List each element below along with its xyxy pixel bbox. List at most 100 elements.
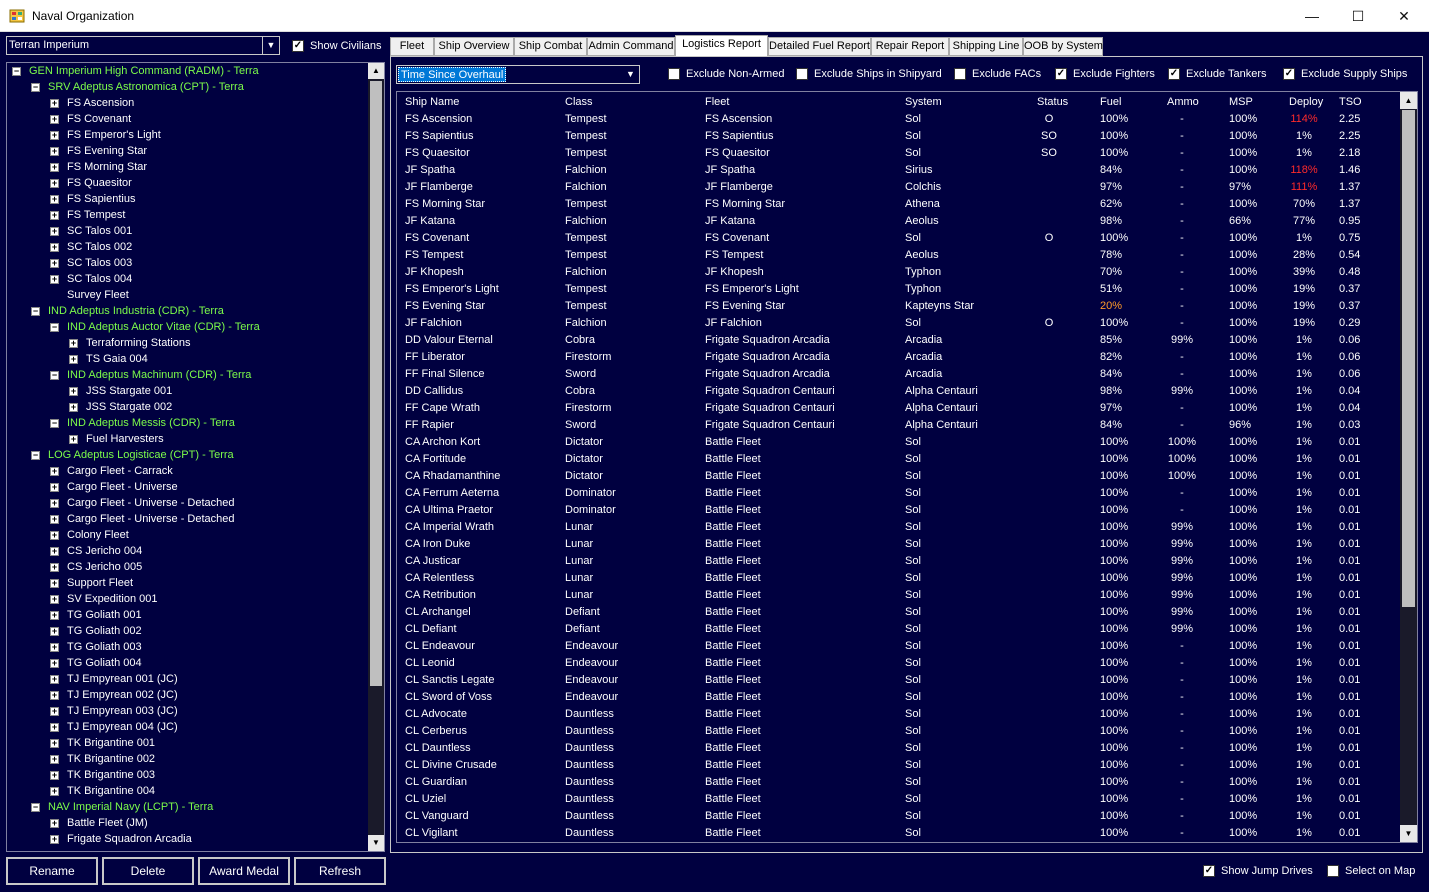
table-row[interactable]: CA Retribution Lunar Battle Fleet Sol 100% 99… [397, 587, 1397, 604]
expand-icon[interactable]: + [50, 211, 59, 220]
column-header[interactable]: Class [565, 96, 593, 108]
checkbox-box[interactable]: ✓ [292, 40, 304, 52]
table-row[interactable]: CA Imperial Wrath Lunar Battle Fleet Sol 100… [397, 519, 1397, 536]
table-row[interactable]: CA Justicar Lunar Battle Fleet Sol 100% 99% 10… [397, 553, 1397, 570]
expand-icon[interactable]: + [50, 179, 59, 188]
expand-icon[interactable]: + [50, 99, 59, 108]
fleet-tree[interactable]: − GEN Imperium High Command (RADM) - Terr… [6, 62, 385, 852]
column-header[interactable]: Ship Name [405, 96, 459, 108]
expand-icon[interactable]: + [69, 387, 78, 396]
column-header[interactable]: MSP [1229, 96, 1253, 108]
expand-icon[interactable]: + [50, 659, 59, 668]
chevron-down-icon[interactable]: ▼ [622, 66, 639, 83]
chevron-down-icon[interactable]: ▼ [262, 37, 279, 54]
table-row[interactable]: CL Archangel Defiant Battle Fleet Sol 100% 99… [397, 604, 1397, 621]
race-select[interactable]: Terran Imperium ▼ [6, 36, 280, 55]
close-icon[interactable]: ✕ [1381, 0, 1427, 32]
expand-icon[interactable]: + [50, 819, 59, 828]
tab-ship-overview[interactable]: Ship Overview [434, 37, 514, 56]
table-row[interactable]: FS Emperor's Light Tempest FS Emperor's Li… [397, 281, 1397, 298]
expand-icon[interactable]: + [50, 755, 59, 764]
column-header[interactable]: TSO [1339, 96, 1362, 108]
table-row[interactable]: JF Khopesh Falchion JF Khopesh Typhon 70% - 10… [397, 264, 1397, 281]
table-row[interactable]: FF Cape Wrath Firestorm Frigate Squadron C… [397, 400, 1397, 417]
table-row[interactable]: JF Katana Falchion JF Katana Aeolus 98% - 66% 7… [397, 213, 1397, 230]
collapse-icon[interactable]: − [31, 307, 40, 316]
tree-scrollbar[interactable]: ▲ ▼ [368, 63, 384, 851]
table-row[interactable]: FS Morning Star Tempest FS Morning Star Ath… [397, 196, 1397, 213]
table-row[interactable]: CL Uziel Dauntless Battle Fleet Sol 100% - 100… [397, 791, 1397, 808]
select-on-map-checkbox[interactable]: Select on Map [1327, 864, 1422, 880]
checkbox-box[interactable]: ✓ [1168, 68, 1180, 80]
checkbox-box[interactable] [1327, 865, 1339, 877]
table-row[interactable]: CA Rhadamanthine Dictator Battle Fleet Sol 1… [397, 468, 1397, 485]
filter-checkbox[interactable]: Exclude Non-Armed [668, 67, 798, 83]
table-row[interactable]: CA Ultima Praetor Dominator Battle Fleet So… [397, 502, 1397, 519]
table-row[interactable]: CA Ferrum Aeterna Dominator Battle Fleet So… [397, 485, 1397, 502]
table-row[interactable]: CL Vigilant Dauntless Battle Fleet Sol 100% -… [397, 825, 1397, 842]
table-row[interactable]: CA Archon Kort Dictator Battle Fleet Sol 100… [397, 434, 1397, 451]
collapse-icon[interactable]: − [31, 803, 40, 812]
maximize-icon[interactable]: ☐ [1335, 0, 1381, 32]
table-row[interactable]: FS Covenant Tempest FS Covenant Sol O 100% - 10… [397, 230, 1397, 247]
collapse-icon[interactable]: − [31, 451, 40, 460]
expand-icon[interactable]: + [50, 243, 59, 252]
expand-icon[interactable]: + [50, 195, 59, 204]
scroll-thumb[interactable] [370, 81, 382, 686]
refresh-button[interactable]: Refresh [294, 857, 386, 885]
table-row[interactable]: CA Relentless Lunar Battle Fleet Sol 100% 99%… [397, 570, 1397, 587]
table-row[interactable]: JF Spatha Falchion JF Spatha Sirius 84% - 100%… [397, 162, 1397, 179]
checkbox-box[interactable]: ✓ [1203, 865, 1215, 877]
table-row[interactable]: CL Cerberus Dauntless Battle Fleet Sol 100% -… [397, 723, 1397, 740]
table-row[interactable]: CL Guardian Dauntless Battle Fleet Sol 100% -… [397, 774, 1397, 791]
table-row[interactable]: CL Defiant Defiant Battle Fleet Sol 100% 99% 1… [397, 621, 1397, 638]
sort-select[interactable]: Time Since Overhaul ▼ [396, 65, 640, 84]
grid-scrollbar[interactable]: ▲ ▼ [1400, 92, 1417, 842]
tab-repair-report[interactable]: Repair Report [871, 37, 949, 56]
collapse-icon[interactable]: − [12, 67, 21, 76]
table-row[interactable]: CA Iron Duke Lunar Battle Fleet Sol 100% 99% 1… [397, 536, 1397, 553]
table-row[interactable]: FF Final Silence Sword Frigate Squadron Ar… [397, 366, 1397, 383]
scroll-up-icon[interactable]: ▲ [1400, 92, 1417, 109]
column-header[interactable]: Deploy [1289, 96, 1323, 108]
expand-icon[interactable]: + [50, 611, 59, 620]
column-header[interactable]: Fleet [705, 96, 729, 108]
table-row[interactable]: FF Liberator Firestorm Frigate Squadron Ar… [397, 349, 1397, 366]
table-row[interactable]: FS Ascension Tempest FS Ascension Sol O 100% -… [397, 111, 1397, 128]
table-row[interactable]: FS Sapientius Tempest FS Sapientius Sol SO 10… [397, 128, 1397, 145]
expand-icon[interactable]: + [69, 339, 78, 348]
scroll-down-icon[interactable]: ▼ [368, 835, 384, 851]
table-row[interactable]: FF Rapier Sword Frigate Squadron Centauri A… [397, 417, 1397, 434]
expand-icon[interactable]: + [50, 563, 59, 572]
table-row[interactable]: CL Sword of Voss Endeavour Battle Fleet Sol… [397, 689, 1397, 706]
table-row[interactable]: CL Dauntless Dauntless Battle Fleet Sol 100%… [397, 740, 1397, 757]
award-medal-button[interactable]: Award Medal [198, 857, 290, 885]
checkbox-box[interactable] [668, 68, 680, 80]
expand-icon[interactable]: + [69, 355, 78, 364]
show-civilians-checkbox[interactable]: ✓ Show Civilians [292, 39, 384, 55]
scroll-up-icon[interactable]: ▲ [368, 63, 384, 79]
expand-icon[interactable]: + [50, 595, 59, 604]
table-row[interactable]: FS Evening Star Tempest FS Evening Star Kap… [397, 298, 1397, 315]
expand-icon[interactable]: + [50, 739, 59, 748]
filter-checkbox[interactable]: ✓ Exclude Tankers [1168, 67, 1298, 83]
expand-icon[interactable]: + [50, 163, 59, 172]
table-row[interactable]: CL Sanctis Legate Endeavour Battle Fleet So… [397, 672, 1397, 689]
table-row[interactable]: JF Falchion Falchion JF Falchion Sol O 100% - 1… [397, 315, 1397, 332]
table-row[interactable]: CL Leonid Endeavour Battle Fleet Sol 100% - 10… [397, 655, 1397, 672]
collapse-icon[interactable]: − [50, 419, 59, 428]
expand-icon[interactable]: + [50, 835, 59, 844]
table-row[interactable]: CL Divine Crusade Dauntless Battle Fleet So… [397, 757, 1397, 774]
expand-icon[interactable]: + [50, 131, 59, 140]
checkbox-box[interactable]: ✓ [1283, 68, 1295, 80]
tab-admin-command[interactable]: Admin Command [587, 37, 675, 56]
checkbox-box[interactable] [954, 68, 966, 80]
expand-icon[interactable]: + [50, 691, 59, 700]
expand-icon[interactable]: + [50, 707, 59, 716]
column-header[interactable]: Ammo [1167, 96, 1199, 108]
expand-icon[interactable]: + [50, 675, 59, 684]
tab-detailed-fuel-report[interactable]: Detailed Fuel Report [768, 37, 871, 56]
expand-icon[interactable]: + [50, 787, 59, 796]
expand-icon[interactable]: + [50, 499, 59, 508]
collapse-icon[interactable]: − [50, 371, 59, 380]
